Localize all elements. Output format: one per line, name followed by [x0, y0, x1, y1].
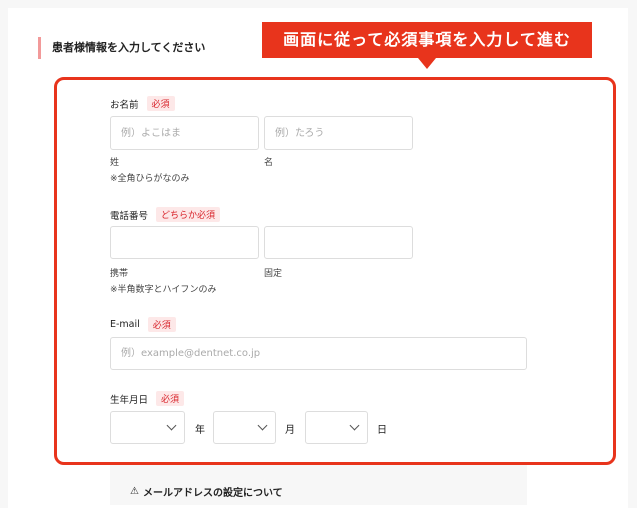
warning-icon: ⚠: [130, 486, 139, 497]
required-badge: 必須: [148, 317, 176, 332]
phone-label: 電話番号: [110, 208, 148, 222]
name-label-row: お名前 必須: [110, 96, 175, 111]
birthday-label: 生年月日: [110, 392, 148, 406]
landline-phone-input[interactable]: [264, 226, 413, 259]
email-settings-info: ⚠ メールアドレスの設定について: [110, 465, 527, 505]
email-settings-title: メールアドレスの設定について: [143, 484, 283, 499]
instruction-callout: 画面に従って必須事項を入力して進む: [262, 22, 592, 58]
mobile-label: 携帯: [110, 266, 128, 279]
landline-label: 固定: [264, 266, 282, 279]
first-name-input[interactable]: [264, 116, 413, 150]
required-badge: 必須: [147, 96, 175, 111]
callout-pointer: [418, 58, 436, 69]
chevron-down-icon: [350, 421, 360, 431]
required-badge: 必須: [156, 391, 184, 406]
name-note: ※全角ひらがなのみ: [110, 171, 190, 184]
email-label-row: E-mail 必須: [110, 317, 176, 332]
last-name-label: 姓: [110, 155, 119, 168]
day-unit: 日: [377, 421, 387, 436]
last-name-input[interactable]: [110, 116, 259, 150]
first-name-label: 名: [264, 155, 273, 168]
birth-year-select[interactable]: [110, 411, 185, 444]
month-unit: 月: [285, 421, 295, 436]
mobile-phone-input[interactable]: [110, 226, 259, 259]
year-unit: 年: [195, 421, 205, 436]
email-label: E-mail: [110, 319, 140, 330]
birth-month-select[interactable]: [213, 411, 276, 444]
birthday-label-row: 生年月日 必須: [110, 391, 184, 406]
email-input[interactable]: [110, 337, 527, 370]
phone-note: ※半角数字とハイフンのみ: [110, 282, 217, 295]
birth-day-select[interactable]: [305, 411, 368, 444]
either-required-badge: どちらか必須: [156, 207, 220, 222]
name-label: お名前: [110, 97, 139, 111]
phone-label-row: 電話番号 どちらか必須: [110, 207, 220, 222]
chevron-down-icon: [258, 421, 268, 431]
chevron-down-icon: [167, 421, 177, 431]
page-title: 患者様情報を入力してください: [38, 37, 205, 59]
